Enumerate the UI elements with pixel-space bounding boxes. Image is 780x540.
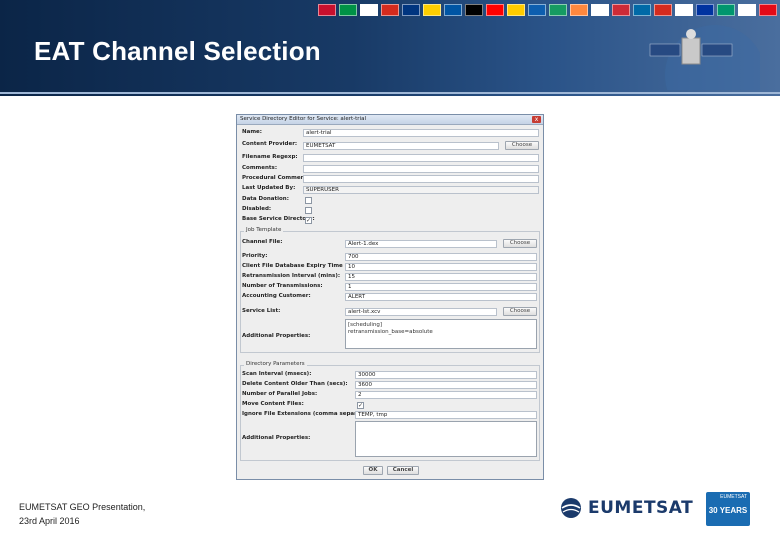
footer-line-1: EUMETSAT GEO Presentation, <box>19 502 146 512</box>
flag-icon <box>738 4 756 16</box>
dialog-title: Service Directory Editor for Service: al… <box>240 116 366 122</box>
close-icon[interactable]: x <box>532 116 541 123</box>
disabled-label: Disabled: <box>242 206 272 212</box>
procedural-comments-field[interactable] <box>303 175 539 183</box>
flag-icon <box>318 4 336 16</box>
flag-icon <box>759 4 777 16</box>
flag-icon <box>486 4 504 16</box>
satellite-image <box>649 25 760 90</box>
channel-file-field[interactable]: Alert-1.dex <box>345 240 497 248</box>
flag-icon <box>381 4 399 16</box>
name-field[interactable]: alert-trial <box>303 129 539 137</box>
ignore-extensions-field[interactable]: TEMP, tmp <box>355 411 537 419</box>
flag-icon <box>696 4 714 16</box>
badge-brand: EUMETSAT <box>720 494 747 500</box>
cancel-button[interactable]: Cancel <box>387 466 419 475</box>
ok-button[interactable]: OK <box>363 466 383 475</box>
header-divider <box>0 92 780 94</box>
scan-interval-label: Scan Interval (msecs): <box>242 371 312 377</box>
slide-title: EAT Channel Selection <box>34 36 321 66</box>
disabled-checkbox[interactable] <box>305 207 312 214</box>
flag-icon <box>444 4 462 16</box>
dialog-title-bar: Service Directory Editor for Service: al… <box>237 115 543 125</box>
flag-icon <box>717 4 735 16</box>
base-directory-checkbox[interactable]: ✓ <box>305 217 312 224</box>
priority-field[interactable]: 700 <box>345 253 537 261</box>
flag-icon <box>339 4 357 16</box>
flag-icon <box>591 4 609 16</box>
provider-label: Content Provider: <box>242 141 298 147</box>
flag-icon <box>402 4 420 16</box>
scan-interval-field[interactable]: 30000 <box>355 371 537 379</box>
provider-field[interactable]: EUMETSAT <box>303 142 499 150</box>
anniversary-badge: EUMETSAT 30 YEARS <box>706 492 750 526</box>
service-list-label: Service List: <box>242 308 281 314</box>
flag-icon <box>507 4 525 16</box>
flag-strip <box>318 4 780 18</box>
parallel-jobs-field[interactable]: 2 <box>355 391 537 399</box>
comments-label: Comments: <box>242 165 278 171</box>
delete-content-label: Delete Content Older Than (secs): <box>242 381 348 387</box>
choose-provider-button[interactable]: Choose <box>505 141 539 150</box>
flag-icon <box>465 4 483 16</box>
badge-text: 30 YEARS <box>708 506 748 515</box>
updated-by-label: Last Updated By: <box>242 185 296 191</box>
retransmission-interval-field[interactable]: 15 <box>345 273 537 281</box>
accounting-customer-label: Accounting Customer: <box>242 293 311 299</box>
flag-icon <box>360 4 378 16</box>
number-of-transmissions-field[interactable]: 1 <box>345 283 537 291</box>
expiry-time-field[interactable]: 10 <box>345 263 537 271</box>
updated-by-field: SUPERUSER <box>303 186 539 194</box>
service-directory-editor-dialog: Service Directory Editor for Service: al… <box>236 114 544 480</box>
regexp-field[interactable] <box>303 154 539 162</box>
presentation-footer: EUMETSAT GEO Presentation, 23rd April 20… <box>19 500 145 528</box>
flag-icon <box>654 4 672 16</box>
delete-content-field[interactable]: 3600 <box>355 381 537 389</box>
additional-properties-textarea[interactable]: [scheduling] retransmission_base=absolut… <box>345 319 537 349</box>
comments-field[interactable] <box>303 165 539 173</box>
flag-icon <box>423 4 441 16</box>
eumetsat-logo: EUMETSAT <box>560 497 693 519</box>
move-content-checkbox[interactable]: ✓ <box>357 402 364 409</box>
name-label: Name: <box>242 129 262 135</box>
choose-channel-file-button[interactable]: Choose <box>503 239 537 248</box>
flag-icon <box>612 4 630 16</box>
job-template-title: Job Template <box>244 227 284 233</box>
flag-icon <box>528 4 546 16</box>
base-directory-label: Base Service Directory: <box>242 216 315 222</box>
retransmission-interval-label: Retransmission Interval (mins): <box>242 273 341 279</box>
channel-file-label: Channel File: <box>242 239 283 245</box>
accounting-customer-field[interactable]: ALERT <box>345 293 537 301</box>
flag-icon <box>633 4 651 16</box>
logo-text: EUMETSAT <box>588 498 694 518</box>
flag-icon <box>675 4 693 16</box>
additional-properties-2-label: Additional Properties: <box>242 435 311 441</box>
footer-line-2: 23rd April 2016 <box>19 516 80 526</box>
number-of-transmissions-label: Number of Transmissions: <box>242 283 323 289</box>
priority-label: Priority: <box>242 253 268 259</box>
choose-service-list-button[interactable]: Choose <box>503 307 537 316</box>
data-donation-checkbox[interactable] <box>305 197 312 204</box>
parallel-jobs-label: Number of Parallel Jobs: <box>242 391 318 397</box>
globe-icon <box>561 498 581 518</box>
move-content-label: Move Content Files: <box>242 401 304 407</box>
regexp-label: Filename Regexp: <box>242 154 298 160</box>
data-donation-label: Data Donation: <box>242 196 289 202</box>
flag-icon <box>549 4 567 16</box>
service-list-field[interactable]: alert-lst.xcv <box>345 308 497 316</box>
flag-icon <box>570 4 588 16</box>
slide-header: EAT Channel Selection <box>0 0 780 96</box>
additional-properties-label: Additional Properties: <box>242 333 311 339</box>
additional-properties-2-textarea[interactable] <box>355 421 537 457</box>
directory-parameters-title: Directory Parameters <box>244 361 307 367</box>
